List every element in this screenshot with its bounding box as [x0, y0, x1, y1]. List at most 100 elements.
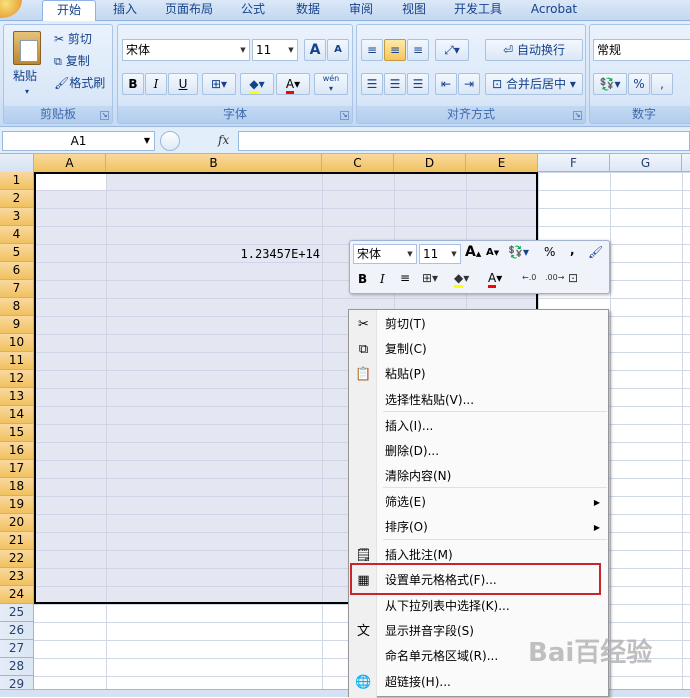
mini-format-painter-icon[interactable]: 🖌: [588, 245, 603, 259]
row-header-8[interactable]: 8: [0, 298, 34, 316]
orientation-button[interactable]: ⤢▾: [435, 39, 469, 61]
row-header-25[interactable]: 25: [0, 604, 34, 622]
mini-fill-color-icon[interactable]: ◆▾: [454, 271, 469, 288]
row-header-4[interactable]: 4: [0, 226, 34, 244]
row-header-20[interactable]: 20: [0, 514, 34, 532]
bold-button[interactable]: B: [122, 73, 144, 95]
mini-font-color-icon[interactable]: A▾: [488, 271, 502, 288]
row-header-26[interactable]: 26: [0, 622, 34, 640]
tab-formulas[interactable]: 公式: [228, 0, 278, 21]
column-header-a[interactable]: A: [34, 154, 106, 172]
column-header-b[interactable]: B: [106, 154, 322, 172]
context-menu-item[interactable]: 从下拉列表中选择(K)...: [349, 594, 608, 619]
alignment-launcher-icon[interactable]: ↘: [573, 111, 582, 120]
percent-button[interactable]: %: [628, 73, 650, 95]
merge-center-button[interactable]: ⊡ 合并后居中 ▾: [485, 73, 583, 95]
tab-view[interactable]: 视图: [389, 0, 439, 21]
mini-size-select[interactable]: 11 ▼: [419, 244, 461, 264]
row-header-7[interactable]: 7: [0, 280, 34, 298]
decrease-indent-button[interactable]: ⇤: [435, 73, 457, 95]
clipboard-launcher-icon[interactable]: ↘: [100, 111, 109, 120]
align-right-button[interactable]: ☰: [407, 73, 429, 95]
font-name-select[interactable]: 宋体 ▼: [122, 39, 250, 61]
select-all-button[interactable]: [0, 154, 34, 172]
row-header-21[interactable]: 21: [0, 532, 34, 550]
grow-font-button[interactable]: A: [304, 39, 326, 61]
context-menu-item[interactable]: 清除内容(N): [349, 464, 608, 489]
align-top-button[interactable]: ≡: [361, 39, 383, 61]
row-header-22[interactable]: 22: [0, 550, 34, 568]
align-center-button[interactable]: ☰: [384, 73, 406, 95]
mini-italic-button[interactable]: I: [380, 272, 385, 286]
mini-comma-button[interactable]: ,: [570, 243, 575, 257]
tab-insert[interactable]: 插入: [100, 0, 150, 21]
context-menu-item[interactable]: ✂ 剪切(T): [349, 312, 608, 337]
column-header-e[interactable]: E: [466, 154, 538, 172]
row-header-18[interactable]: 18: [0, 478, 34, 496]
context-menu-item[interactable]: 🌐 超链接(H)...: [349, 670, 608, 695]
row-header-12[interactable]: 12: [0, 370, 34, 388]
mini-font-select[interactable]: 宋体 ▼: [353, 244, 417, 264]
mini-currency-icon[interactable]: 💱▾: [508, 245, 529, 259]
tab-developer[interactable]: 开发工具: [442, 0, 514, 21]
align-middle-button[interactable]: ≡: [384, 39, 406, 61]
chevron-down-icon[interactable]: ▼: [144, 132, 150, 150]
row-header-14[interactable]: 14: [0, 406, 34, 424]
row-header-16[interactable]: 16: [0, 442, 34, 460]
tab-review[interactable]: 审阅: [336, 0, 386, 21]
font-launcher-icon[interactable]: ↘: [340, 111, 349, 120]
row-header-15[interactable]: 15: [0, 424, 34, 442]
column-header-f[interactable]: F: [538, 154, 610, 172]
mini-increase-decimal-icon[interactable]: ←.0: [522, 273, 536, 282]
context-menu-item[interactable]: 插入(I)...: [349, 414, 608, 439]
row-header-6[interactable]: 6: [0, 262, 34, 280]
row-header-27[interactable]: 27: [0, 640, 34, 658]
format-painter-button[interactable]: 🖌格式刷: [54, 74, 105, 92]
row-header-13[interactable]: 13: [0, 388, 34, 406]
context-menu-item[interactable]: 删除(D)...: [349, 439, 608, 464]
mini-decrease-decimal-icon[interactable]: .00→: [545, 273, 564, 282]
row-header-19[interactable]: 19: [0, 496, 34, 514]
underline-button[interactable]: U: [168, 73, 198, 95]
active-cell-a1[interactable]: [36, 174, 106, 190]
shrink-font-button[interactable]: A: [327, 39, 349, 61]
tab-data[interactable]: 数据: [283, 0, 333, 21]
formula-input[interactable]: [238, 131, 690, 151]
column-header-c[interactable]: C: [322, 154, 394, 172]
mini-center-icon[interactable]: ≡: [400, 271, 410, 285]
row-header-2[interactable]: 2: [0, 190, 34, 208]
column-header-g[interactable]: G: [610, 154, 682, 172]
row-header-10[interactable]: 10: [0, 334, 34, 352]
paste-icon[interactable]: [13, 31, 41, 65]
mini-merge-icon[interactable]: ⊡: [568, 271, 578, 285]
context-menu-item[interactable]: ⧉ 复制(C): [349, 337, 608, 362]
comma-style-button[interactable]: ,: [651, 73, 673, 95]
context-menu-item[interactable]: 排序(O) ▶: [349, 515, 608, 540]
increase-indent-button[interactable]: ⇥: [458, 73, 480, 95]
borders-button[interactable]: ⊞▾: [202, 73, 236, 95]
cut-button[interactable]: ✂ 剪切: [54, 30, 92, 48]
number-format-select[interactable]: 常规: [593, 39, 690, 61]
phonetic-button[interactable]: wén ▾: [314, 73, 348, 95]
mini-percent-button[interactable]: %: [544, 245, 555, 259]
row-header-5[interactable]: 5: [0, 244, 34, 262]
mini-bold-button[interactable]: B: [358, 272, 367, 286]
row-header-24[interactable]: 24: [0, 586, 34, 604]
mini-borders-icon[interactable]: ⊞▾: [422, 271, 438, 285]
accounting-format-button[interactable]: 💱▾: [593, 73, 627, 95]
wrap-text-button[interactable]: ⏎ 自动换行: [485, 39, 583, 61]
column-header-d[interactable]: D: [394, 154, 466, 172]
copy-button[interactable]: ⧉ 复制: [54, 52, 90, 71]
name-box[interactable]: A1 ▼: [2, 131, 155, 151]
mini-grow-font-button[interactable]: A▲: [465, 244, 481, 260]
row-header-23[interactable]: 23: [0, 568, 34, 586]
row-header-3[interactable]: 3: [0, 208, 34, 226]
row-header-1[interactable]: 1: [0, 172, 34, 190]
fill-color-button[interactable]: ◆▾: [240, 73, 274, 95]
context-menu-item[interactable]: 筛选(E) ▶: [349, 490, 608, 515]
font-color-button[interactable]: A▾: [276, 73, 310, 95]
tab-home[interactable]: 开始: [42, 0, 96, 22]
row-header-9[interactable]: 9: [0, 316, 34, 334]
row-header-11[interactable]: 11: [0, 352, 34, 370]
mini-shrink-font-button[interactable]: A▼: [486, 247, 499, 258]
